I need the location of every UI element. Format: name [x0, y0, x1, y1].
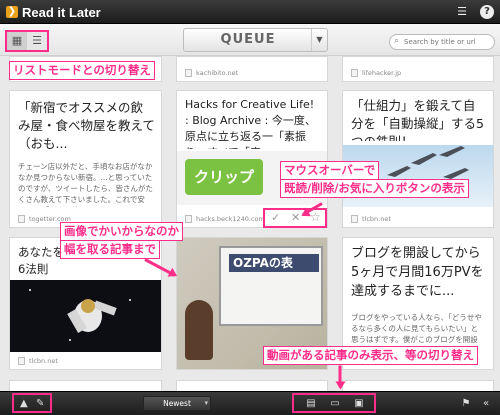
app-title: Read it Later — [22, 4, 101, 20]
favicon-icon — [351, 215, 358, 223]
card-thumbnail — [10, 280, 161, 352]
favicon-icon — [18, 215, 25, 223]
hover-actions: ✓ ✕ ☆ — [263, 208, 327, 228]
scroll-up-icon[interactable]: ▲ — [20, 396, 28, 412]
annotation-image-2: 幅を取る記事まで — [60, 240, 160, 259]
article-card[interactable]: 「新宿でオススメの飲み屋・食べ物屋を教えて（おも... チェーン店以外だと、手頃… — [9, 90, 162, 228]
chevron-down-icon[interactable]: ▼ — [311, 29, 327, 51]
queue-label: QUEUE — [220, 32, 276, 47]
grid-view-icon[interactable]: ▦ — [7, 32, 27, 50]
card-excerpt: チェーン店以外だと、手頃なお店がなかなか見つからない新宿。...と思っていたので… — [18, 162, 153, 207]
bottom-bar — [0, 391, 500, 415]
astronaut-image — [29, 289, 131, 341]
chevron-down-icon: ▾ — [204, 399, 208, 407]
app-header: ❯ Read it Later ☰ ? — [0, 0, 500, 24]
sort-select[interactable]: Newest ▾ — [143, 396, 211, 411]
card-title[interactable]: Hacks for Creative Life! : Blog Archive … — [185, 97, 321, 149]
card-title[interactable]: 「仕組力」を鍛えて自分を「自動操縦」する5つの鉄則！ — [351, 97, 487, 141]
search-icon: ⌕ — [394, 36, 400, 46]
filter-images-icon[interactable]: ▣ — [352, 396, 366, 412]
card-source: kachibito.net — [196, 69, 239, 77]
search-input[interactable] — [404, 36, 492, 48]
card-source: tlcbn.net — [362, 215, 391, 223]
clip-image-label: クリップ — [185, 159, 263, 195]
favicon-icon — [18, 357, 25, 365]
favicon-icon — [351, 69, 358, 77]
screen-image: OZPAの表 — [219, 246, 323, 326]
content-filter-buttons: ▤ ▭ ▣ — [292, 393, 376, 413]
annotation-video: 動画がある記事のみ表示、等の切り替え — [263, 346, 478, 365]
figure-image — [185, 300, 213, 360]
help-icon[interactable]: ? — [480, 5, 494, 19]
card-source: lifehacker.jp — [362, 69, 402, 77]
card-excerpt: ブログをやっている人なら、「どうせやるなら多くの人に見てもらいたい」と思うはずで… — [351, 313, 482, 348]
collapse-icon[interactable]: « — [480, 396, 492, 412]
card-source: hacks.beck1240.com — [196, 215, 265, 223]
favorite-star-icon[interactable]: ☆ — [310, 210, 321, 224]
list-view-icon[interactable]: ☰ — [27, 32, 47, 50]
screen-title: OZPAの表 — [229, 254, 319, 272]
search-box: ⌕ — [389, 34, 495, 50]
tag-icon[interactable]: ⚑ — [460, 396, 472, 412]
mark-read-icon[interactable]: ✓ — [271, 211, 280, 224]
edit-icon[interactable]: ✎ — [36, 396, 44, 412]
annotation-mouseover-1: マウスオーバーで — [280, 161, 380, 180]
annotation-list-mode: リストモードとの切り替え — [9, 61, 155, 80]
queue-dropdown[interactable]: QUEUE ▼ — [183, 28, 328, 52]
bottom-left-tools: ▲ ✎ — [12, 393, 52, 413]
filter-videos-icon[interactable]: ▭ — [328, 396, 342, 412]
favicon-icon — [185, 215, 192, 223]
article-card[interactable]: 「仕組力」を鍛えて自分を「自動操縦」する5つの鉄則！ tlcbn.net — [342, 90, 494, 228]
annotation-image-1: 画像でかいからなのか — [60, 222, 183, 241]
logo-chevron-icon: ❯ — [6, 6, 18, 18]
sort-label: Newest — [163, 399, 191, 408]
favicon-icon — [185, 69, 192, 77]
card-title[interactable]: ブログを開設してから5ヶ月で月間16万PVを達成するまでに... — [351, 244, 487, 300]
card-title[interactable]: 「新宿でオススメの飲み屋・食べ物屋を教えて（おも... — [18, 99, 155, 153]
annotation-mouseover-2: 既読/削除/お気に入りボタンの表示 — [280, 179, 469, 198]
card-top-right[interactable]: lifehacker.jp — [342, 56, 494, 82]
card-source: tlcbn.net — [29, 357, 58, 365]
app-logo[interactable]: ❯ Read it Later — [6, 3, 101, 21]
arrow-to-filter-buttons — [338, 365, 342, 388]
menu-list-icon[interactable]: ☰ — [454, 4, 470, 20]
view-mode-toggle: ▦ ☰ — [5, 30, 49, 52]
card-top-mid[interactable]: kachibito.net — [176, 56, 328, 82]
filter-articles-icon[interactable]: ▤ — [304, 396, 318, 412]
